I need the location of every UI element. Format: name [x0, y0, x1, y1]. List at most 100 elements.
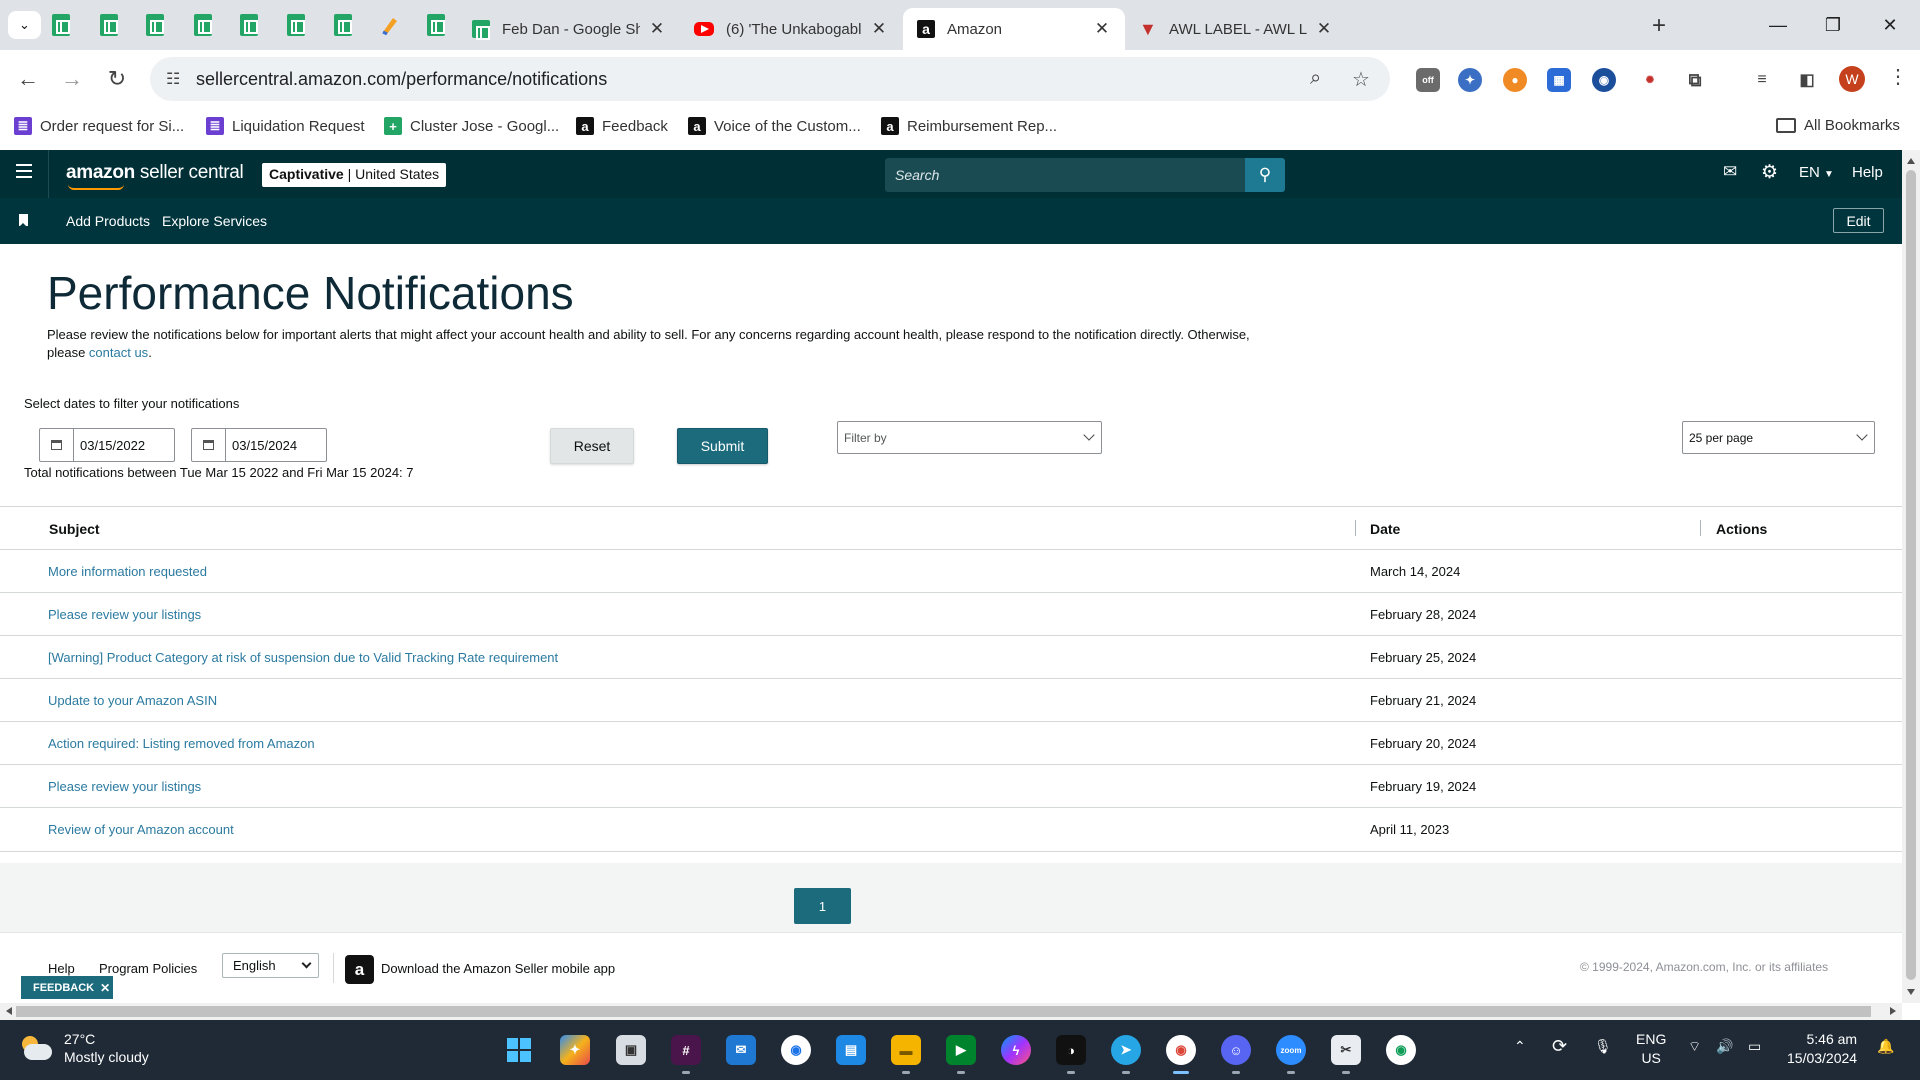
address-bar[interactable]: ☷ sellercentral.amazon.com/performance/n…: [150, 57, 1390, 101]
pinned-tab-sheets-8[interactable]: [424, 13, 448, 37]
tab-amazon[interactable]: a Amazon ✕: [903, 8, 1125, 50]
close-window-button[interactable]: ✕: [1870, 10, 1910, 40]
notification-subject-link[interactable]: Review of your Amazon account: [48, 822, 234, 837]
all-bookmarks[interactable]: All Bookmarks: [1776, 117, 1900, 134]
telegram-icon[interactable]: ➤: [1111, 1035, 1141, 1074]
zoom-icon[interactable]: ⌕: [1310, 67, 1321, 90]
new-tab-button[interactable]: +: [1652, 12, 1666, 40]
extension-icon[interactable]: ▦: [1547, 68, 1571, 92]
input-language-indicator[interactable]: ENG US: [1636, 1030, 1666, 1068]
edit-nav-button[interactable]: Edit: [1833, 208, 1884, 233]
start-date-input[interactable]: [74, 429, 174, 461]
bookmark-order-request[interactable]: ≣ Order request for Si...: [14, 117, 184, 135]
mail-icon[interactable]: ✉: [1723, 162, 1737, 182]
amazon-app-icon[interactable]: a: [345, 955, 374, 984]
close-icon[interactable]: ✕: [648, 19, 666, 39]
nav-explore-services[interactable]: Explore Services: [162, 213, 267, 229]
bookmark-cluster-jose[interactable]: + Cluster Jose - Googl...: [384, 117, 559, 135]
scroll-down-icon[interactable]: [1907, 989, 1915, 995]
bookmark-reimbursement[interactable]: a Reimbursement Rep...: [881, 117, 1057, 135]
scroll-thumb[interactable]: [1906, 170, 1916, 980]
footer-program-policies-link[interactable]: Program Policies: [99, 961, 197, 976]
footer-help-link[interactable]: Help: [48, 961, 75, 976]
hamburger-menu-icon[interactable]: [16, 164, 32, 178]
chrome-icon[interactable]: ◉: [781, 1035, 811, 1065]
pinned-tab-sheets-5[interactable]: [237, 13, 261, 37]
pinned-tab-sheets-7[interactable]: [331, 13, 355, 37]
close-icon[interactable]: ✕: [100, 981, 110, 995]
notification-subject-link[interactable]: Please review your listings: [48, 779, 201, 794]
close-icon[interactable]: ✕: [1315, 19, 1333, 39]
wifi-icon[interactable]: ⌔: [1688, 1038, 1701, 1056]
calendar-icon[interactable]: [192, 429, 226, 461]
vertical-scrollbar[interactable]: [1902, 150, 1920, 1003]
close-icon[interactable]: ✕: [1093, 19, 1111, 39]
minimize-button[interactable]: —: [1758, 10, 1798, 40]
feedback-tab[interactable]: FEEDBACK ✕: [21, 976, 113, 999]
windows-start-icon[interactable]: [504, 1035, 534, 1065]
extension-off-icon[interactable]: off: [1416, 68, 1440, 92]
footer-language-select[interactable]: English: [222, 953, 319, 978]
back-button[interactable]: ←: [12, 63, 44, 95]
reset-button[interactable]: Reset: [550, 428, 634, 464]
notepad-icon[interactable]: ▤: [836, 1035, 866, 1065]
extension-icon[interactable]: ◉: [1592, 68, 1616, 92]
account-switcher[interactable]: Captivative | United States: [262, 163, 447, 187]
end-date-field[interactable]: [191, 428, 327, 462]
start-date-field[interactable]: [39, 428, 175, 462]
pinned-tab-sheets-3[interactable]: [143, 13, 167, 37]
pinned-tab-sheets-2[interactable]: [97, 13, 121, 37]
restore-button[interactable]: ❐: [1813, 10, 1853, 40]
page-button-current[interactable]: 1: [794, 888, 851, 924]
task-view-icon[interactable]: ▣: [616, 1035, 646, 1065]
bookmark-icon[interactable]: [19, 214, 28, 227]
bookmark-feedback[interactable]: a Feedback: [576, 117, 668, 135]
battery-icon[interactable]: ▭: [1748, 1038, 1761, 1055]
help-link[interactable]: Help: [1852, 164, 1883, 181]
horizontal-scrollbar[interactable]: [0, 1003, 1902, 1020]
extensions-puzzle-icon[interactable]: ⧉: [1683, 68, 1707, 92]
system-clock[interactable]: 5:46 am 15/03/2024: [1787, 1030, 1857, 1068]
pinned-tab-clickup[interactable]: [378, 13, 402, 37]
contact-us-link[interactable]: contact us: [89, 345, 148, 360]
extension-icon[interactable]: ●: [1503, 68, 1527, 92]
weather-widget[interactable]: 27°C Mostly cloudy: [20, 1030, 149, 1066]
notification-subject-link[interactable]: [Warning] Product Category at risk of su…: [48, 650, 558, 665]
end-date-input[interactable]: [226, 429, 326, 461]
media-control-icon[interactable]: ≡: [1750, 68, 1774, 92]
scroll-right-icon[interactable]: [1890, 1007, 1896, 1015]
calendar-icon[interactable]: [40, 429, 74, 461]
url-text[interactable]: sellercentral.amazon.com/performance/not…: [196, 69, 607, 90]
seller-central-logo[interactable]: amazon seller central: [66, 162, 244, 190]
chrome-icon[interactable]: ◉: [1386, 1035, 1416, 1065]
close-icon[interactable]: ✕: [870, 19, 888, 39]
notification-bell-icon[interactable]: 🔔: [1877, 1038, 1894, 1055]
bookmark-star-icon[interactable]: ☆: [1352, 67, 1370, 92]
chrome-icon[interactable]: ◉: [1166, 1035, 1196, 1074]
submit-button[interactable]: Submit: [677, 428, 768, 464]
pinned-tab-sheets-6[interactable]: [284, 13, 308, 37]
scroll-left-icon[interactable]: [6, 1007, 12, 1015]
site-info-icon[interactable]: ☷: [166, 69, 180, 89]
app-icon[interactable]: ◑: [1056, 1035, 1086, 1074]
filter-by-select[interactable]: Filter by: [837, 421, 1102, 454]
tab-feb-dan[interactable]: Feb Dan - Google Sheets ✕: [458, 8, 680, 50]
volume-icon[interactable]: 🔊: [1716, 1038, 1733, 1055]
zoom-icon[interactable]: zoom: [1276, 1035, 1306, 1074]
reload-button[interactable]: ↻: [101, 63, 133, 95]
scroll-up-icon[interactable]: [1907, 158, 1915, 164]
profile-avatar[interactable]: W: [1839, 66, 1865, 92]
microphone-icon[interactable]: 🎙: [1594, 1038, 1612, 1055]
sync-icon[interactable]: ⟳: [1552, 1036, 1567, 1057]
scroll-thumb[interactable]: [16, 1006, 1871, 1017]
language-selector[interactable]: EN ▼: [1799, 164, 1834, 181]
per-page-select[interactable]: 25 per page: [1682, 421, 1875, 454]
pinned-tab-sheets-4[interactable]: [191, 13, 215, 37]
notification-subject-link[interactable]: Please review your listings: [48, 607, 201, 622]
nav-add-products[interactable]: Add Products: [66, 213, 150, 229]
forward-button[interactable]: →: [56, 63, 88, 95]
messenger-icon[interactable]: ϟ: [1001, 1035, 1031, 1065]
gear-icon[interactable]: ⚙: [1761, 161, 1778, 184]
mail-app-icon[interactable]: ✉: [726, 1035, 756, 1065]
menu-icon[interactable]: ⋮: [1888, 64, 1908, 89]
